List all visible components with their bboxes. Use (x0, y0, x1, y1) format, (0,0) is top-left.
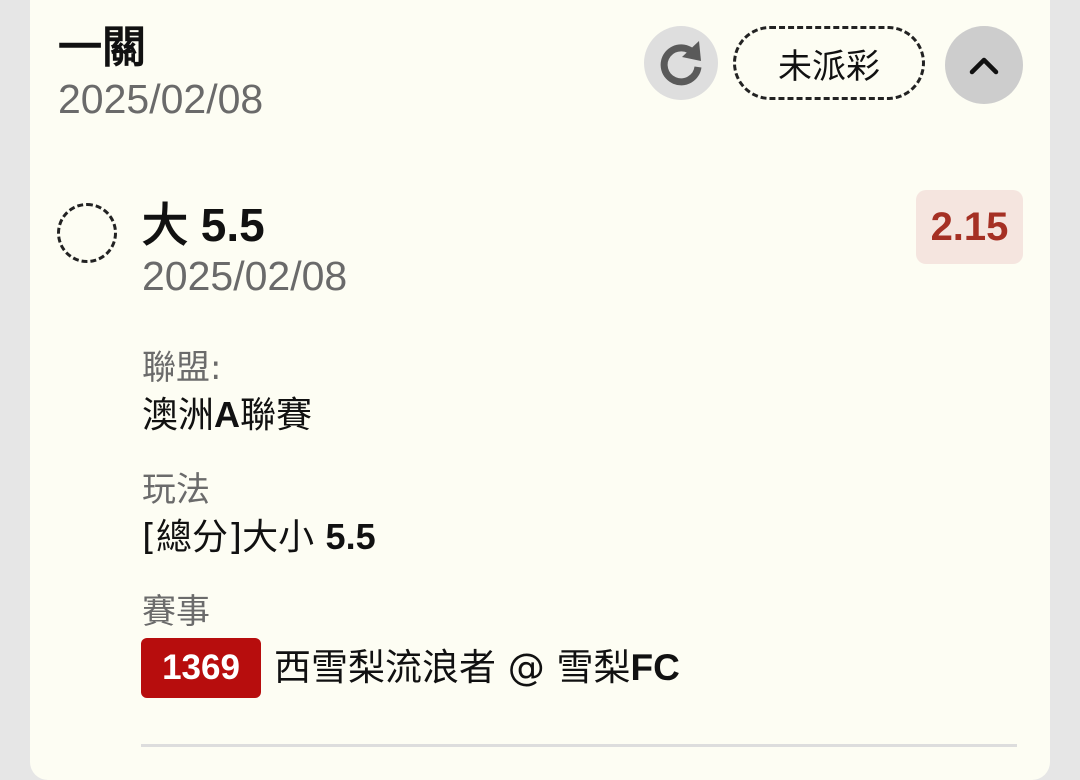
chevron-up-icon (969, 57, 999, 75)
selection-title: 大 5.5 (142, 199, 265, 251)
refresh-button[interactable] (644, 26, 718, 100)
refresh-icon (660, 41, 702, 86)
bet-type-label: 玩法 (142, 470, 210, 510)
league-label: 聯盟: (142, 348, 222, 388)
ticket-date: 2025/02/08 (58, 76, 264, 122)
selection-status-indicator (57, 203, 117, 263)
bet-type-value: [總分]大小 5.5 (142, 516, 376, 558)
payout-status-badge: 未派彩 (733, 26, 925, 100)
match-label: 賽事 (142, 592, 210, 632)
ticket-title: 一關 (58, 22, 146, 73)
divider (141, 744, 1017, 747)
selection-date: 2025/02/08 (142, 253, 348, 299)
match-id-badge: 1369 (141, 638, 261, 698)
league-value: 澳洲A聯賽 (142, 394, 313, 436)
odds-badge: 2.15 (916, 190, 1023, 264)
collapse-button[interactable] (945, 26, 1023, 104)
match-name: 西雪梨流浪者 @ 雪梨FC (274, 646, 680, 689)
